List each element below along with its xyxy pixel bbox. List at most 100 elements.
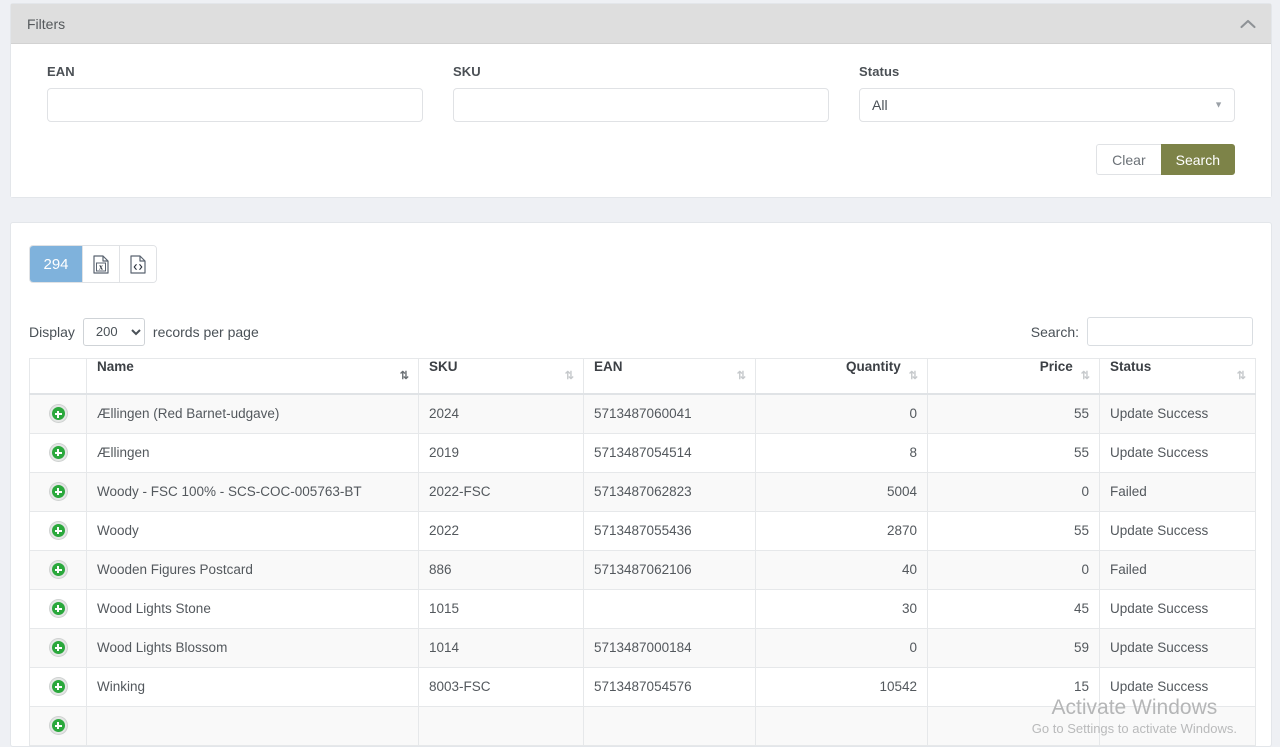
table-cell-ean: 5713487062823 bbox=[583, 471, 756, 512]
plus-circle-icon[interactable] bbox=[49, 522, 67, 539]
plus-circle-icon[interactable] bbox=[49, 678, 67, 695]
column-header-status[interactable]: Status ⇅ bbox=[1099, 358, 1256, 395]
column-header-expand bbox=[29, 358, 87, 395]
table-cell-expand[interactable] bbox=[29, 666, 87, 707]
column-header-sku[interactable]: SKU ⇅ bbox=[418, 358, 584, 395]
column-header-name-label: Name bbox=[97, 359, 134, 374]
column-header-name[interactable]: Name ⇅ bbox=[86, 358, 419, 395]
table-cell-name bbox=[86, 705, 419, 746]
filters-field-row: EAN SKU Status All ▼ bbox=[47, 64, 1235, 122]
table-row[interactable]: Wood Lights Blossom 1014 5713487000184 0 59 U… bbox=[29, 627, 1256, 668]
table-cell-expand[interactable] bbox=[29, 510, 87, 551]
table-cell-expand[interactable] bbox=[29, 393, 87, 434]
table-row[interactable]: Woody - FSC 100% - SCS-COC-005763-BT 2022… bbox=[29, 471, 1256, 512]
ean-input[interactable] bbox=[47, 88, 423, 122]
table-cell-sku: 1014 bbox=[418, 627, 584, 668]
ean-label: EAN bbox=[47, 64, 75, 79]
column-header-price[interactable]: Price ⇅ bbox=[927, 358, 1100, 395]
sort-both-icon[interactable]: ⇅ bbox=[565, 359, 574, 393]
plus-circle-icon[interactable] bbox=[49, 639, 67, 656]
table-search-label: Search: bbox=[1030, 323, 1079, 340]
chevron-up-icon[interactable] bbox=[1239, 15, 1257, 33]
table-cell-sku: 2019 bbox=[418, 432, 584, 473]
filters-panel-header[interactable]: Filters bbox=[11, 4, 1271, 44]
sku-label: SKU bbox=[453, 64, 481, 79]
table-cell-name: Woody bbox=[86, 510, 419, 551]
sort-both-icon[interactable]: ⇅ bbox=[1237, 359, 1246, 393]
file-excel-icon[interactable]: x bbox=[82, 246, 119, 282]
table-cell-quantity: 2870 bbox=[755, 510, 928, 551]
sort-both-icon[interactable]: ⇅ bbox=[737, 359, 746, 393]
plus-circle-icon[interactable] bbox=[49, 483, 67, 500]
column-header-ean-label: EAN bbox=[594, 359, 623, 374]
table-cell-sku: 886 bbox=[418, 549, 584, 590]
table-row[interactable]: Wooden Figures Postcard 886 5713487062106 4… bbox=[29, 549, 1256, 590]
filters-title: Filters bbox=[27, 15, 66, 32]
table-cell-name: Ællingen (Red Barnet-udgave) bbox=[86, 393, 419, 434]
table-head: Name ⇅ SKU ⇅ EAN ⇅ Quantity ⇅ Price ⇅ St… bbox=[29, 358, 1256, 395]
table-cell-expand[interactable] bbox=[29, 471, 87, 512]
table-cell-ean: 5713487062106 bbox=[583, 549, 756, 590]
table-cell-expand[interactable] bbox=[29, 432, 87, 473]
table-cell-ean: 5713487054514 bbox=[583, 432, 756, 473]
table-cell-price: 55 bbox=[927, 432, 1100, 473]
products-table: Name ⇅ SKU ⇅ EAN ⇅ Quantity ⇅ Price ⇅ St… bbox=[29, 358, 1256, 746]
table-cell-price: 0 bbox=[927, 549, 1100, 590]
filter-field-ean: EAN bbox=[47, 64, 423, 122]
records-per-page-select[interactable]: 200 bbox=[82, 317, 145, 346]
table-row[interactable]: Ællingen 2019 5713487054514 8 55 Update Succe… bbox=[29, 432, 1256, 473]
table-cell-expand[interactable] bbox=[29, 627, 87, 668]
table-controls: Display 200 records per page Search: bbox=[29, 317, 1253, 346]
table-row[interactable]: Winking 8003-FSC 5713487054576 10542 15 Updat… bbox=[29, 666, 1256, 707]
table-cell-expand[interactable] bbox=[29, 705, 87, 746]
export-toolbar: 294 x bbox=[29, 245, 157, 283]
table-cell-status: Update Success bbox=[1099, 510, 1256, 551]
table-cell-name: Ællingen bbox=[86, 432, 419, 473]
table-cell-ean: 5713487055436 bbox=[583, 510, 756, 551]
sort-both-icon[interactable]: ⇅ bbox=[1081, 359, 1090, 393]
table-cell-expand[interactable] bbox=[29, 549, 87, 590]
table-cell-quantity: 40 bbox=[755, 549, 928, 590]
table-row[interactable]: Woody 2022 5713487055436 2870 55 Update Succe… bbox=[29, 510, 1256, 551]
svg-text:x: x bbox=[99, 262, 103, 271]
table-cell-status: Failed bbox=[1099, 471, 1256, 512]
table-cell-quantity: 5004 bbox=[755, 471, 928, 512]
table-cell-status: Failed bbox=[1099, 549, 1256, 590]
table-cell-expand[interactable] bbox=[29, 588, 87, 629]
sort-both-icon[interactable]: ⇅ bbox=[909, 359, 918, 393]
plus-circle-icon[interactable] bbox=[49, 600, 67, 617]
plus-circle-icon[interactable] bbox=[49, 561, 67, 578]
table-cell-price: 55 bbox=[927, 510, 1100, 551]
filter-field-status: Status All ▼ bbox=[859, 64, 1235, 122]
sku-input[interactable] bbox=[453, 88, 829, 122]
table-cell-price: 0 bbox=[927, 471, 1100, 512]
sort-desc-icon[interactable]: ⇅ bbox=[400, 359, 409, 393]
table-row[interactable]: Ællingen (Red Barnet-udgave) 2024 57134870… bbox=[29, 393, 1256, 434]
column-header-quantity[interactable]: Quantity ⇅ bbox=[755, 358, 928, 395]
table-cell-status: Update Success bbox=[1099, 393, 1256, 434]
table-cell-status: Update Success bbox=[1099, 432, 1256, 473]
search-button[interactable]: Search bbox=[1160, 144, 1235, 175]
table-cell-quantity: 30 bbox=[755, 588, 928, 629]
table-row[interactable] bbox=[29, 705, 1256, 746]
clear-button[interactable]: Clear bbox=[1096, 144, 1161, 175]
table-cell-price bbox=[927, 705, 1100, 746]
table-search-control: Search: bbox=[1031, 317, 1253, 346]
table-cell-ean: 5713487060041 bbox=[583, 393, 756, 434]
table-cell-price: 59 bbox=[927, 627, 1100, 668]
table-cell-ean: 5713487000184 bbox=[583, 627, 756, 668]
status-select[interactable]: All bbox=[859, 88, 1235, 122]
column-header-ean[interactable]: EAN ⇅ bbox=[583, 358, 756, 395]
record-count-badge[interactable]: 294 bbox=[30, 246, 82, 282]
plus-circle-icon[interactable] bbox=[49, 405, 67, 423]
table-cell-quantity: 10542 bbox=[755, 666, 928, 707]
file-code-icon[interactable] bbox=[119, 246, 156, 282]
table-cell-name: Wood Lights Blossom bbox=[86, 627, 419, 668]
table-cell-name: Wooden Figures Postcard bbox=[86, 549, 419, 590]
table-body: Ællingen (Red Barnet-udgave) 2024 57134870… bbox=[29, 393, 1256, 746]
table-row[interactable]: Wood Lights Stone 1015 30 45 Update Success bbox=[29, 588, 1256, 629]
table-search-input[interactable] bbox=[1087, 317, 1253, 346]
table-cell-sku: 2024 bbox=[418, 393, 584, 434]
plus-circle-icon[interactable] bbox=[49, 444, 67, 461]
table-cell-ean: 5713487054576 bbox=[583, 666, 756, 707]
